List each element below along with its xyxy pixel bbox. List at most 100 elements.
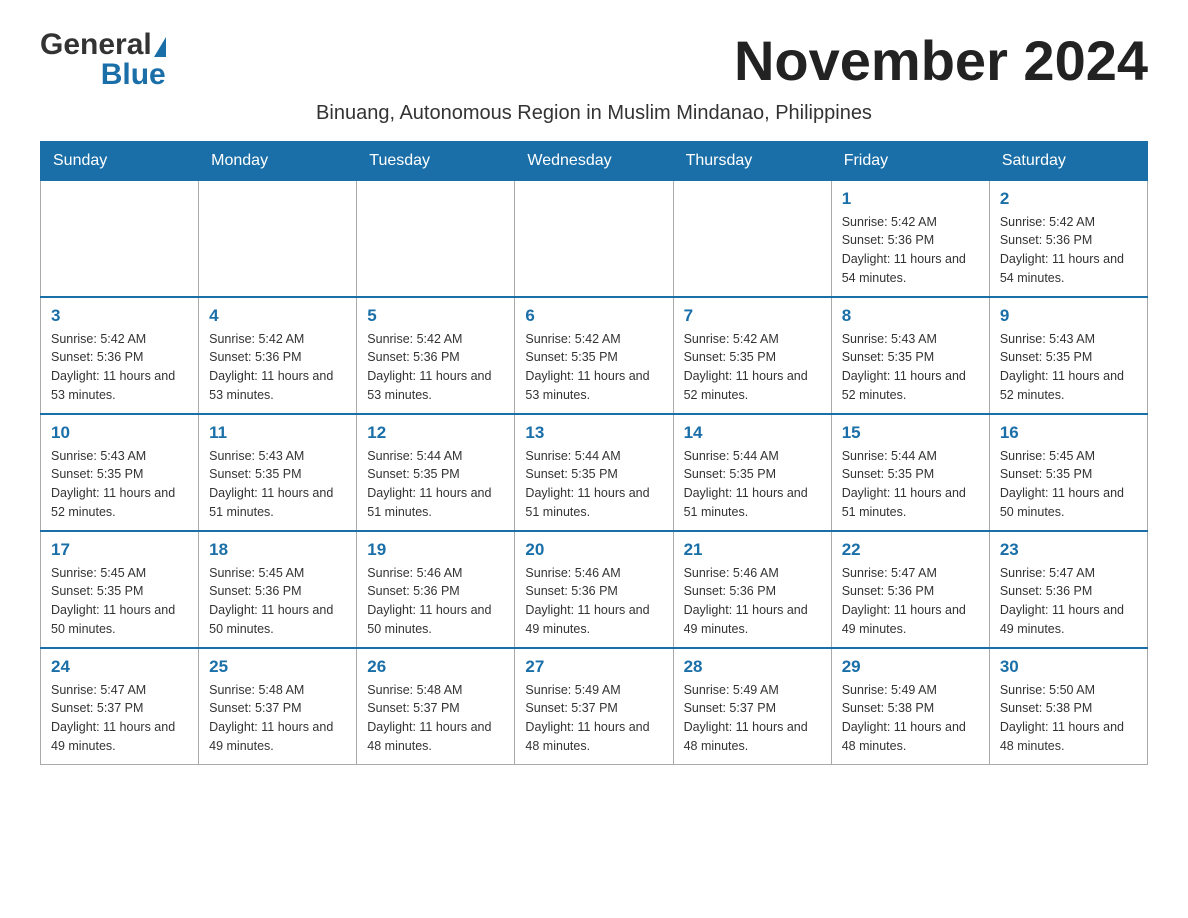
day-info: Sunrise: 5:42 AM Sunset: 5:36 PM Dayligh…: [51, 330, 188, 405]
day-info: Sunrise: 5:50 AM Sunset: 5:38 PM Dayligh…: [1000, 681, 1137, 756]
day-number: 24: [51, 657, 188, 677]
calendar-day-cell: 14Sunrise: 5:44 AM Sunset: 5:35 PM Dayli…: [673, 414, 831, 531]
calendar-day-header: Saturday: [989, 141, 1147, 180]
day-number: 17: [51, 540, 188, 560]
calendar-day-cell: 9 Sunrise: 5:43 AM Sunset: 5:35 PM Daylig…: [989, 297, 1147, 414]
calendar-day-cell: [41, 180, 199, 297]
day-number: 29: [842, 657, 979, 677]
day-number: 10: [51, 423, 188, 443]
calendar-day-header: Thursday: [673, 141, 831, 180]
day-number: 16: [1000, 423, 1137, 443]
calendar-week-row: 10 Sunrise: 5:43 AM Sunset: 5:35 PM Dayli…: [41, 414, 1148, 531]
day-number: 3: [51, 306, 188, 326]
calendar-day-header: Sunday: [41, 141, 199, 180]
month-title: November 2024: [734, 30, 1148, 92]
calendar-day-cell: 4 Sunrise: 5:42 AM Sunset: 5:36 PM Daylig…: [199, 297, 357, 414]
day-info: Sunrise: 5:42 AM Sunset: 5:36 PM Dayligh…: [1000, 213, 1137, 288]
calendar-day-cell: 6Sunrise: 5:42 AM Sunset: 5:35 PM Daylig…: [515, 297, 673, 414]
day-number: 5: [367, 306, 504, 326]
logo-blue-text: Blue: [101, 60, 166, 90]
day-info: Sunrise: 5:47 AM Sunset: 5:36 PM Dayligh…: [1000, 564, 1137, 639]
calendar-header-row: SundayMondayTuesdayWednesdayThursdayFrid…: [41, 141, 1148, 180]
day-number: 15: [842, 423, 979, 443]
day-number: 12: [367, 423, 504, 443]
day-info: Sunrise: 5:46 AM Sunset: 5:36 PM Dayligh…: [367, 564, 504, 639]
calendar-day-cell: 8Sunrise: 5:43 AM Sunset: 5:35 PM Daylig…: [831, 297, 989, 414]
day-number: 26: [367, 657, 504, 677]
calendar-week-row: 17 Sunrise: 5:45 AM Sunset: 5:35 PM Dayli…: [41, 531, 1148, 648]
calendar-day-cell: 7Sunrise: 5:42 AM Sunset: 5:35 PM Daylig…: [673, 297, 831, 414]
calendar-day-cell: [515, 180, 673, 297]
day-number: 20: [525, 540, 662, 560]
calendar-day-cell: [673, 180, 831, 297]
calendar-day-cell: 20 Sunrise: 5:46 AM Sunset: 5:36 PM Dayli…: [515, 531, 673, 648]
calendar-day-cell: 30 Sunrise: 5:50 AM Sunset: 5:38 PM Dayli…: [989, 648, 1147, 765]
calendar-day-cell: 24Sunrise: 5:47 AM Sunset: 5:37 PM Dayli…: [41, 648, 199, 765]
logo-arrow-icon: [154, 37, 166, 57]
day-info: Sunrise: 5:42 AM Sunset: 5:36 PM Dayligh…: [842, 213, 979, 288]
day-info: Sunrise: 5:48 AM Sunset: 5:37 PM Dayligh…: [209, 681, 346, 756]
calendar-day-cell: 18 Sunrise: 5:45 AM Sunset: 5:36 PM Dayli…: [199, 531, 357, 648]
day-number: 22: [842, 540, 979, 560]
day-info: Sunrise: 5:42 AM Sunset: 5:35 PM Dayligh…: [684, 330, 821, 405]
day-number: 23: [1000, 540, 1137, 560]
day-number: 4: [209, 306, 346, 326]
calendar-week-row: 3 Sunrise: 5:42 AM Sunset: 5:36 PM Daylig…: [41, 297, 1148, 414]
day-number: 19: [367, 540, 504, 560]
day-info: Sunrise: 5:47 AM Sunset: 5:36 PM Dayligh…: [842, 564, 979, 639]
calendar-day-cell: 10 Sunrise: 5:43 AM Sunset: 5:35 PM Dayli…: [41, 414, 199, 531]
calendar-day-cell: 29 Sunrise: 5:49 AM Sunset: 5:38 PM Dayli…: [831, 648, 989, 765]
calendar-day-cell: 23 Sunrise: 5:47 AM Sunset: 5:36 PM Dayli…: [989, 531, 1147, 648]
calendar-day-cell: 15 Sunrise: 5:44 AM Sunset: 5:35 PM Dayli…: [831, 414, 989, 531]
calendar-day-cell: 21 Sunrise: 5:46 AM Sunset: 5:36 PM Dayli…: [673, 531, 831, 648]
day-number: 1: [842, 189, 979, 209]
day-number: 27: [525, 657, 662, 677]
day-info: Sunrise: 5:49 AM Sunset: 5:37 PM Dayligh…: [684, 681, 821, 756]
day-info: Sunrise: 5:43 AM Sunset: 5:35 PM Dayligh…: [209, 447, 346, 522]
day-number: 6: [525, 306, 662, 326]
day-number: 8: [842, 306, 979, 326]
calendar-day-cell: 1 Sunrise: 5:42 AM Sunset: 5:36 PM Daylig…: [831, 180, 989, 297]
page-header: General Blue November 2024: [40, 30, 1148, 92]
day-info: Sunrise: 5:43 AM Sunset: 5:35 PM Dayligh…: [51, 447, 188, 522]
day-info: Sunrise: 5:49 AM Sunset: 5:37 PM Dayligh…: [525, 681, 662, 756]
calendar-day-cell: 5Sunrise: 5:42 AM Sunset: 5:36 PM Daylig…: [357, 297, 515, 414]
day-number: 25: [209, 657, 346, 677]
calendar-day-header: Tuesday: [357, 141, 515, 180]
calendar-day-cell: 28Sunrise: 5:49 AM Sunset: 5:37 PM Dayli…: [673, 648, 831, 765]
day-info: Sunrise: 5:49 AM Sunset: 5:38 PM Dayligh…: [842, 681, 979, 756]
day-info: Sunrise: 5:42 AM Sunset: 5:36 PM Dayligh…: [209, 330, 346, 405]
calendar-week-row: 1 Sunrise: 5:42 AM Sunset: 5:36 PM Daylig…: [41, 180, 1148, 297]
calendar-day-cell: 19 Sunrise: 5:46 AM Sunset: 5:36 PM Dayli…: [357, 531, 515, 648]
day-info: Sunrise: 5:46 AM Sunset: 5:36 PM Dayligh…: [525, 564, 662, 639]
day-number: 30: [1000, 657, 1137, 677]
calendar-day-cell: [199, 180, 357, 297]
calendar-table: SundayMondayTuesdayWednesdayThursdayFrid…: [40, 141, 1148, 765]
calendar-day-cell: 3 Sunrise: 5:42 AM Sunset: 5:36 PM Daylig…: [41, 297, 199, 414]
logo: General Blue: [40, 30, 166, 90]
calendar-day-header: Monday: [199, 141, 357, 180]
day-info: Sunrise: 5:48 AM Sunset: 5:37 PM Dayligh…: [367, 681, 504, 756]
logo-general-text: General: [40, 30, 152, 60]
calendar-day-header: Friday: [831, 141, 989, 180]
calendar-day-cell: [357, 180, 515, 297]
day-info: Sunrise: 5:45 AM Sunset: 5:35 PM Dayligh…: [51, 564, 188, 639]
day-info: Sunrise: 5:44 AM Sunset: 5:35 PM Dayligh…: [367, 447, 504, 522]
day-number: 11: [209, 423, 346, 443]
page-subtitle: Binuang, Autonomous Region in Muslim Min…: [40, 102, 1148, 125]
calendar-day-cell: 13Sunrise: 5:44 AM Sunset: 5:35 PM Dayli…: [515, 414, 673, 531]
day-number: 9: [1000, 306, 1137, 326]
calendar-day-cell: 17 Sunrise: 5:45 AM Sunset: 5:35 PM Dayli…: [41, 531, 199, 648]
calendar-day-cell: 27 Sunrise: 5:49 AM Sunset: 5:37 PM Dayli…: [515, 648, 673, 765]
day-info: Sunrise: 5:45 AM Sunset: 5:36 PM Dayligh…: [209, 564, 346, 639]
calendar-day-cell: 22 Sunrise: 5:47 AM Sunset: 5:36 PM Dayli…: [831, 531, 989, 648]
day-number: 21: [684, 540, 821, 560]
day-info: Sunrise: 5:44 AM Sunset: 5:35 PM Dayligh…: [525, 447, 662, 522]
day-number: 18: [209, 540, 346, 560]
day-info: Sunrise: 5:46 AM Sunset: 5:36 PM Dayligh…: [684, 564, 821, 639]
day-info: Sunrise: 5:43 AM Sunset: 5:35 PM Dayligh…: [1000, 330, 1137, 405]
calendar-day-cell: 11 Sunrise: 5:43 AM Sunset: 5:35 PM Dayli…: [199, 414, 357, 531]
day-info: Sunrise: 5:44 AM Sunset: 5:35 PM Dayligh…: [684, 447, 821, 522]
day-info: Sunrise: 5:44 AM Sunset: 5:35 PM Dayligh…: [842, 447, 979, 522]
calendar-day-cell: 26 Sunrise: 5:48 AM Sunset: 5:37 PM Dayli…: [357, 648, 515, 765]
